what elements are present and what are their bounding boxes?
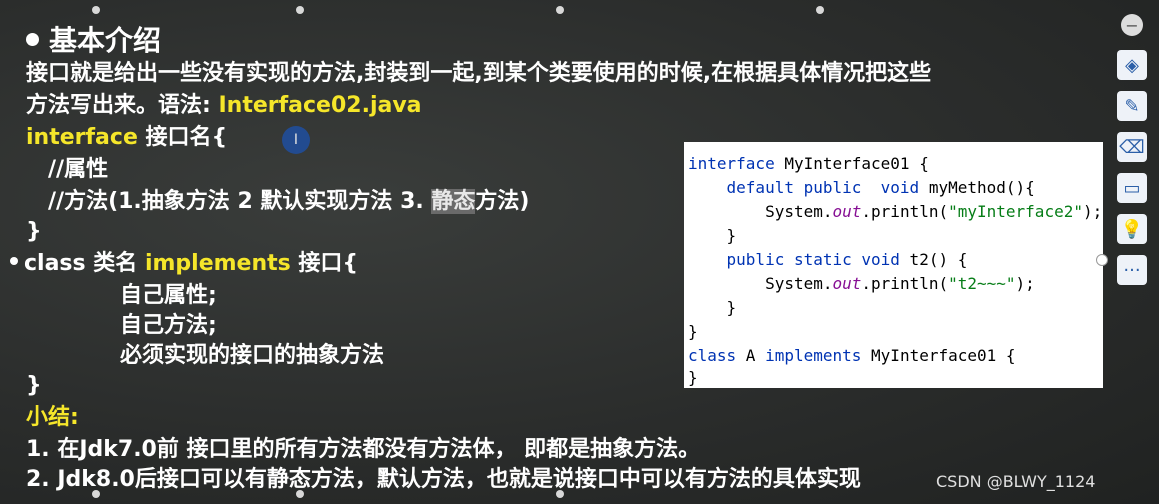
class-line: class 类名 implements 接口{ (10, 250, 358, 278)
bullet-icon (10, 257, 18, 265)
bulb-icon[interactable]: 💡 (1117, 214, 1147, 244)
summary-item-2: 2. Jdk8.0后接口可以有静态方法，默认方法，也就是说接口中可以有方法的具体… (26, 467, 861, 492)
frame-icon[interactable]: ▭ (1117, 173, 1147, 203)
code-line: default public void myMethod(){ (688, 178, 1035, 197)
slide-title: 基本介绍 (26, 24, 161, 58)
highlight: 静态 (431, 189, 476, 214)
code-line: public static void t2() { (688, 250, 968, 269)
code-screenshot: interface MyInterface01 { default public… (684, 142, 1103, 388)
syntax-interface: interface 接口名{ (26, 125, 228, 150)
code-line: System.out.println("t2~~~"); (688, 274, 1035, 293)
code-line: class A implements MyInterface01 { (688, 346, 1016, 365)
watermark: CSDN @BLWY_1124 (936, 472, 1096, 491)
more-icon[interactable]: ··· (1117, 255, 1147, 285)
summary-item-1: 1. 在Jdk7.0前 接口里的所有方法都没有方法体， 即都是抽象方法。 (26, 437, 701, 462)
code-line: } (688, 226, 737, 245)
file-name: Interface02.java (218, 93, 422, 118)
code-line: } (688, 322, 698, 341)
comment-props: //属性 (48, 157, 109, 182)
resize-handle[interactable] (1096, 254, 1108, 266)
must-implement: 必须实现的接口的抽象方法 (120, 343, 385, 368)
layers-icon[interactable]: ◈ (1117, 50, 1147, 80)
code-line: } (688, 368, 698, 387)
annotation-toolbar: − ◈ ✎ ⌫ ▭ 💡 ··· (1114, 14, 1150, 296)
minimize-icon[interactable]: − (1121, 14, 1143, 36)
pin (296, 6, 304, 14)
comment-methods: //方法(1.抽象方法 2 默认实现方法 3. 静态方法) (48, 189, 530, 214)
pin (92, 6, 100, 14)
intro-line-2: 方法写出来。语法: Interface02.java (26, 93, 422, 118)
code-line: } (688, 298, 737, 317)
bullet-icon (26, 32, 39, 46)
close-brace: } (26, 219, 42, 244)
summary-title: 小结: (26, 405, 79, 430)
code-line: System.out.println("myInterface2"); (688, 202, 1103, 221)
pen-icon[interactable]: ✎ (1117, 91, 1147, 121)
own-methods: 自己方法; (120, 313, 217, 338)
close-brace-2: } (26, 373, 42, 398)
intro-line-1: 接口就是给出一些没有实现的方法,封装到一起,到某个类要使用的时候,在根据具体情况… (26, 61, 932, 86)
text-cursor-icon: I (282, 126, 310, 154)
pin (816, 6, 824, 14)
own-props: 自己属性; (120, 283, 217, 308)
eraser-icon[interactable]: ⌫ (1117, 132, 1147, 162)
code-line: interface MyInterface01 { (688, 154, 929, 173)
slide: 基本介绍 接口就是给出一些没有实现的方法,封装到一起,到某个类要使用的时候,在根… (0, 0, 1108, 504)
pin (556, 6, 564, 14)
